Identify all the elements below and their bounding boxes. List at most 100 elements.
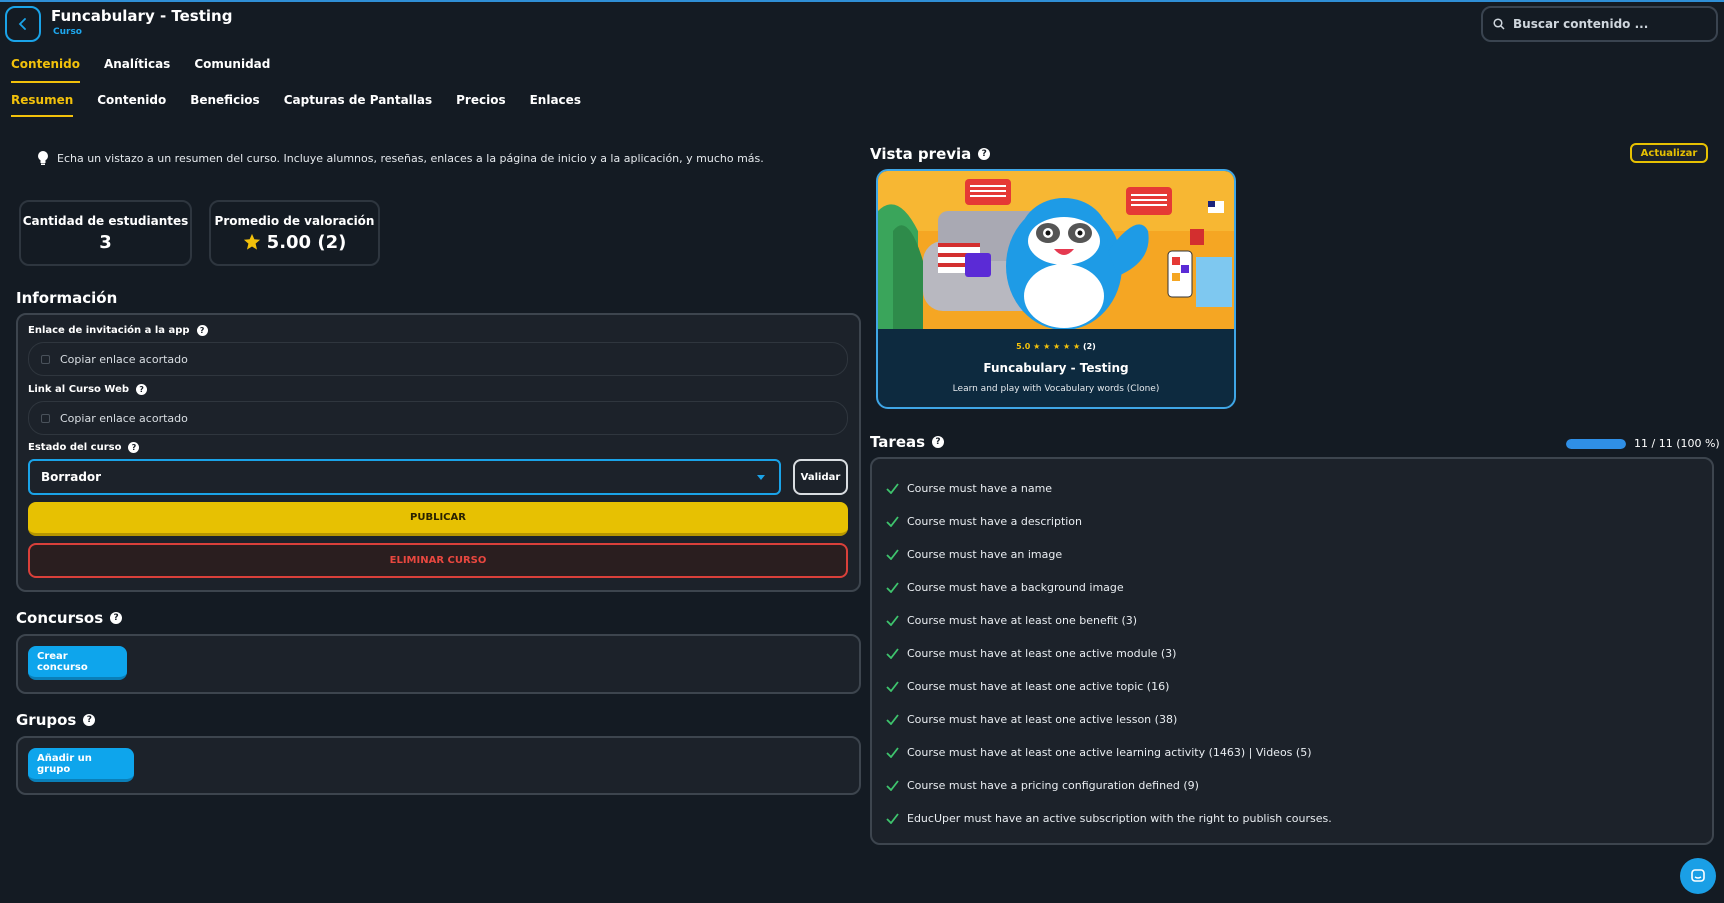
- search-input[interactable]: [1513, 17, 1703, 31]
- delete-course-button[interactable]: ELIMINAR CURSO: [28, 543, 848, 578]
- task-text: Course must have a pricing configuration…: [907, 779, 1199, 792]
- publish-button[interactable]: PUBLICAR: [28, 502, 848, 536]
- task-item: Course must have an image: [886, 548, 1062, 561]
- summary-hint: Echa un vistazo a un resumen del curso. …: [37, 150, 764, 166]
- subtab-resumen[interactable]: Resumen: [11, 93, 74, 117]
- create-contest-button[interactable]: Crear concurso: [28, 646, 127, 680]
- web-link-label: Link al Curso Web ?: [28, 384, 148, 395]
- check-icon: [886, 549, 899, 560]
- check-icon: [886, 582, 899, 593]
- contests-section-title: Concursos ?: [16, 609, 123, 627]
- chat-button[interactable]: [1680, 858, 1716, 894]
- subtab-beneficios[interactable]: Beneficios: [190, 93, 259, 117]
- web-link-copy-text: Copiar enlace acortado: [60, 411, 188, 425]
- course-status-select[interactable]: Borrador: [28, 459, 781, 495]
- update-preview-button[interactable]: Actualizar: [1630, 143, 1708, 163]
- task-item: Course must have at least one benefit (3…: [886, 614, 1137, 627]
- task-item: Course must have at least one active lea…: [886, 746, 1312, 759]
- course-status-value: Borrador: [41, 470, 102, 484]
- validate-button[interactable]: Validar: [793, 459, 848, 495]
- copy-icon: [41, 354, 50, 364]
- five-stars-icon: ★ ★ ★ ★ ★: [1033, 342, 1083, 351]
- chat-icon: [1691, 869, 1705, 882]
- page-subtitle: Curso: [53, 27, 82, 37]
- star-icon: [243, 233, 260, 250]
- task-item: Course must have at least one active top…: [886, 680, 1169, 693]
- tasks-title-text: Tareas: [870, 433, 926, 451]
- help-icon[interactable]: ?: [128, 442, 140, 453]
- help-icon[interactable]: ?: [136, 384, 148, 395]
- preview-rating-count: (2): [1082, 342, 1096, 351]
- task-text: Course must have at least one active mod…: [907, 647, 1177, 660]
- task-text: Course must have at least one active top…: [907, 680, 1170, 693]
- search-box[interactable]: [1481, 6, 1718, 42]
- preview-title-text: Vista previa: [870, 145, 972, 163]
- help-icon[interactable]: ?: [83, 714, 96, 726]
- help-icon[interactable]: ?: [978, 148, 991, 160]
- app-link-copy-field[interactable]: Copiar enlace acortado: [28, 342, 848, 376]
- subtab-precios[interactable]: Precios: [456, 93, 505, 117]
- check-icon: [886, 813, 899, 824]
- progress-bar: [1566, 438, 1626, 449]
- search-icon: [1493, 18, 1505, 30]
- preview-course-title: Funcabulary - Testing: [983, 361, 1129, 375]
- check-icon: [886, 714, 899, 725]
- main-tabs: Contenido Analíticas Comunidad: [11, 57, 294, 83]
- copy-icon: [41, 413, 50, 423]
- subtab-contenido[interactable]: Contenido: [97, 93, 166, 117]
- tab-comunidad[interactable]: Comunidad: [194, 57, 270, 83]
- task-text: Course must have a description: [907, 515, 1083, 528]
- web-link-copy-field[interactable]: Copiar enlace acortado: [28, 401, 848, 435]
- progress-text: 11 / 11 (100 %): [1634, 437, 1720, 450]
- task-text: Course must have a background image: [907, 581, 1124, 594]
- help-icon[interactable]: ?: [196, 325, 208, 336]
- subtab-enlaces[interactable]: Enlaces: [530, 93, 581, 117]
- task-item: Course must have at least one active les…: [886, 713, 1177, 726]
- subtab-capturas[interactable]: Capturas de Pantallas: [284, 93, 432, 117]
- tab-contenido[interactable]: Contenido: [11, 57, 80, 83]
- rating-value-row: 5.00 (2): [243, 231, 347, 253]
- task-text: Course must have an image: [907, 548, 1063, 561]
- page-title: Funcabulary - Testing: [51, 7, 233, 25]
- task-item: Course must have a name: [886, 482, 1052, 495]
- task-item: Course must have at least one active mod…: [886, 647, 1176, 660]
- status-label-text: Estado del curso: [28, 442, 122, 453]
- groups-title-text: Grupos: [16, 711, 77, 729]
- rating-average-card: Promedio de valoración 5.00 (2): [209, 200, 380, 266]
- course-preview-card[interactable]: 5.0 ★ ★ ★ ★ ★ (2) Funcabulary - Testing …: [876, 169, 1236, 409]
- task-item: Course must have a background image: [886, 581, 1124, 594]
- add-group-button[interactable]: Añadir un grupo: [28, 748, 134, 782]
- contests-panel: [16, 634, 861, 694]
- preview-rating: 5.0 ★ ★ ★ ★ ★ (2): [878, 342, 1234, 351]
- task-text: Course must have a name: [907, 482, 1053, 495]
- sub-tabs: Resumen Contenido Beneficios Capturas de…: [11, 93, 605, 117]
- back-button[interactable]: [5, 6, 41, 42]
- help-icon[interactable]: ?: [110, 612, 123, 624]
- rating-average-value: 5.00 (2): [266, 231, 347, 253]
- task-text: EducUper must have an active subscriptio…: [907, 812, 1332, 825]
- check-icon: [886, 615, 899, 626]
- tab-analiticas[interactable]: Analíticas: [104, 57, 170, 83]
- tasks-section-title: Tareas ?: [870, 433, 945, 451]
- check-icon: [886, 747, 899, 758]
- info-title-text: Información: [16, 289, 118, 307]
- help-icon[interactable]: ?: [932, 436, 945, 448]
- students-count-label: Cantidad de estudiantes: [22, 213, 189, 228]
- course-cover-image: [878, 171, 1234, 329]
- chevron-left-icon: [18, 18, 26, 30]
- groups-section-title: Grupos ?: [16, 711, 96, 729]
- app-link-copy-text: Copiar enlace acortado: [60, 352, 188, 366]
- hint-text: Echa un vistazo a un resumen del curso. …: [57, 151, 764, 165]
- progress-fill: [1566, 438, 1626, 449]
- task-text: Course must have at least one benefit (3…: [907, 614, 1138, 627]
- task-text: Course must have at least one active les…: [907, 713, 1178, 726]
- groups-panel: [16, 736, 861, 795]
- check-icon: [886, 483, 899, 494]
- app-link-label: Enlace de invitación a la app ?: [28, 325, 208, 336]
- top-accent-line: [0, 0, 1724, 2]
- check-icon: [886, 516, 899, 527]
- task-item: Course must have a description: [886, 515, 1082, 528]
- preview-rating-value: 5.0: [1016, 342, 1031, 351]
- info-section-title: Información: [16, 289, 117, 307]
- task-text: Course must have at least one active lea…: [907, 746, 1312, 759]
